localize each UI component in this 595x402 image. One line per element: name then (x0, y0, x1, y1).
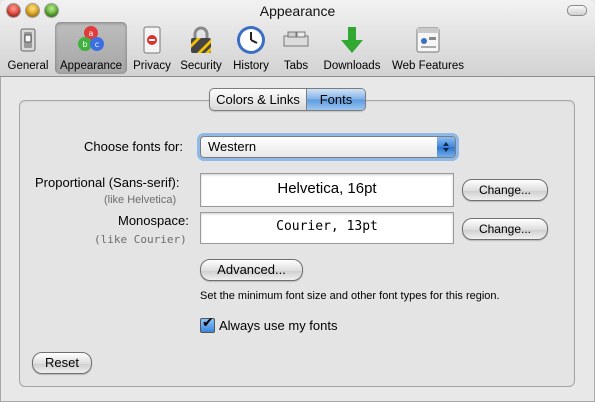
svg-text:b: b (82, 40, 87, 49)
checkmark-icon: ✔ (202, 315, 214, 331)
change-proportional-button[interactable]: Change... (462, 179, 548, 201)
tab-selector: Colors & Links Fonts (209, 88, 366, 111)
monospace-label: Monospace: (118, 213, 189, 228)
proportional-label: Proportional (Sans-serif): (35, 175, 180, 190)
web-features-icon (416, 27, 440, 53)
advanced-button[interactable]: Advanced... (200, 259, 303, 281)
popup-arrows-icon (437, 137, 455, 157)
proportional-font-value: Helvetica, 16pt (277, 180, 377, 197)
toolbar-item-security[interactable]: Security (177, 22, 225, 74)
always-use-fonts-checkbox[interactable]: ✔ (200, 315, 215, 333)
window-title: Appearance (259, 3, 336, 19)
proportional-hint: (like Helvetica) (104, 194, 177, 206)
always-use-fonts-label[interactable]: Always use my fonts (219, 318, 338, 333)
toolbar-item-web-features[interactable]: Web Features (389, 22, 467, 74)
region-popup-value: Western (208, 139, 257, 154)
padlock-icon (191, 26, 211, 53)
switch-icon (20, 28, 36, 52)
reset-button[interactable]: Reset (32, 352, 92, 374)
proportional-font-field: Helvetica, 16pt (200, 173, 454, 207)
tab-colors-links[interactable]: Colors & Links (210, 89, 307, 110)
preferences-window: Appearance General a b c Appearance Priv… (0, 0, 595, 402)
privacy-sign-icon (143, 26, 161, 54)
change-monospace-button[interactable]: Change... (462, 218, 548, 240)
choose-fonts-label: Choose fonts for: (84, 139, 183, 154)
clock-icon (237, 26, 265, 54)
toolbar: Appearance General a b c Appearance Priv… (0, 0, 595, 77)
toolbar-item-downloads[interactable]: Downloads (319, 22, 385, 74)
region-popup[interactable]: Western (200, 136, 456, 158)
monospace-font-value: Courier, 13pt (276, 219, 378, 234)
tabs-icon (283, 31, 309, 47)
abc-color-balls-icon: a b c (78, 26, 104, 51)
toolbar-item-privacy[interactable]: Privacy (130, 22, 174, 74)
toolbar-item-general[interactable]: General (4, 22, 52, 74)
svg-text:a: a (89, 29, 94, 38)
advanced-description: Set the minimum font size and other font… (200, 290, 500, 302)
toolbar-item-appearance[interactable]: a b c Appearance (55, 22, 127, 74)
monospace-font-field: Courier, 13pt (200, 212, 454, 244)
toolbar-item-history[interactable]: History (229, 22, 273, 74)
toolbar-item-tabs[interactable]: Tabs (276, 22, 316, 74)
monospace-hint: (like Courier) (94, 233, 187, 246)
svg-text:c: c (95, 40, 99, 49)
download-arrow-icon (341, 27, 363, 53)
toolbar-toggle-button[interactable] (567, 5, 587, 16)
tab-fonts[interactable]: Fonts (307, 89, 365, 110)
